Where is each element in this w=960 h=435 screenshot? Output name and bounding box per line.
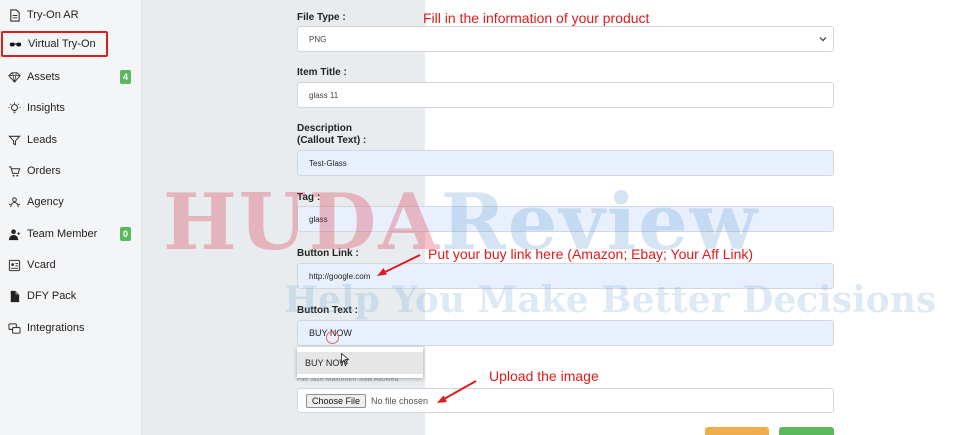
sidebar-item-label: DFY Pack xyxy=(27,290,77,302)
sidebar-item-label: Insights xyxy=(27,102,65,114)
cart-icon xyxy=(7,164,21,178)
sidebar-item-orders[interactable]: Orders xyxy=(0,158,142,184)
watermark-tagline: Help You Make Better Decisions xyxy=(284,279,937,321)
sidebar-item-leads[interactable]: Leads xyxy=(0,127,142,153)
sidebar-item-label: Leads xyxy=(27,134,57,146)
description-label: Description (Callout Text) : xyxy=(297,123,366,147)
file-type-value: PNG xyxy=(309,34,327,44)
file-type-label: File Type : xyxy=(297,12,346,23)
agency-icon xyxy=(7,195,21,209)
sidebar-item-label: Team Member xyxy=(27,228,98,240)
item-title-input[interactable]: glass 11 xyxy=(297,82,834,108)
sidebar-item-dfy-pack[interactable]: DFY Pack xyxy=(0,283,142,309)
sidebar: Try-On AR Virtual Try-On Assets 4 Insigh… xyxy=(0,0,142,435)
mouse-cursor-icon xyxy=(341,353,349,365)
sidebar-item-assets[interactable]: Assets 4 xyxy=(0,64,142,90)
sidebar-item-label: Agency xyxy=(27,196,64,208)
choose-file-button[interactable]: Choose File xyxy=(306,393,367,408)
sidebar-item-integrations[interactable]: Integrations xyxy=(0,315,142,341)
glasses-icon xyxy=(8,37,22,51)
id-card-icon xyxy=(7,258,21,272)
watermark-brand-part1: HUDA xyxy=(163,177,441,268)
diamond-icon xyxy=(7,70,21,84)
sidebar-item-try-on-ar[interactable]: Try-On AR xyxy=(0,2,142,28)
description-input[interactable]: Test-Glass xyxy=(297,150,834,176)
funnel-icon xyxy=(7,133,21,147)
secondary-action-button[interactable] xyxy=(705,427,769,435)
button-text-input[interactable]: BUY NOW xyxy=(297,320,834,346)
annotation-buy-link: Put your buy link here (Amazon; Ebay; Yo… xyxy=(428,246,754,262)
lightbulb-icon xyxy=(7,101,21,115)
file-status-text: No file chosen xyxy=(371,395,429,406)
sidebar-item-vcard[interactable]: Vcard xyxy=(0,252,142,278)
sidebar-item-label: Try-On AR xyxy=(27,9,79,21)
sidebar-item-agency[interactable]: Agency xyxy=(0,189,142,215)
annotation-fill-info: Fill in the information of your product xyxy=(423,10,650,26)
sidebar-item-label: Vcard xyxy=(27,259,56,271)
image-file-input: Choose File No file chosen xyxy=(297,388,834,413)
sidebar-item-label: Virtual Try-On xyxy=(28,38,96,50)
file-solid-icon xyxy=(7,289,21,303)
chevron-down-icon xyxy=(819,37,827,42)
sidebar-item-virtual-try-on[interactable]: Virtual Try-On xyxy=(1,31,108,57)
sidebar-item-label: Assets xyxy=(27,71,61,83)
user-icon xyxy=(7,227,21,241)
annotation-upload: Upload the image xyxy=(489,368,599,384)
integrations-icon xyxy=(7,321,21,335)
sidebar-item-label: Integrations xyxy=(27,322,85,334)
submit-button[interactable] xyxy=(779,427,834,435)
sidebar-item-label: Orders xyxy=(27,165,61,177)
team-count-badge: 0 xyxy=(120,227,131,241)
file-type-select[interactable]: PNG xyxy=(297,26,834,52)
item-title-label: Item Title : xyxy=(297,67,347,78)
autocomplete-option[interactable]: BUY NOW xyxy=(297,352,423,374)
assets-count-badge: 4 xyxy=(120,70,131,84)
description-label-line1: Description xyxy=(297,123,353,134)
sidebar-item-team-member[interactable]: Team Member 0 xyxy=(0,221,142,247)
description-label-line2: (Callout Text) : xyxy=(297,135,367,146)
sidebar-item-insights[interactable]: Insights xyxy=(0,95,142,121)
autocomplete-dropdown: BUY NOW xyxy=(297,347,423,378)
file-icon xyxy=(7,8,21,22)
click-indicator xyxy=(326,331,339,344)
